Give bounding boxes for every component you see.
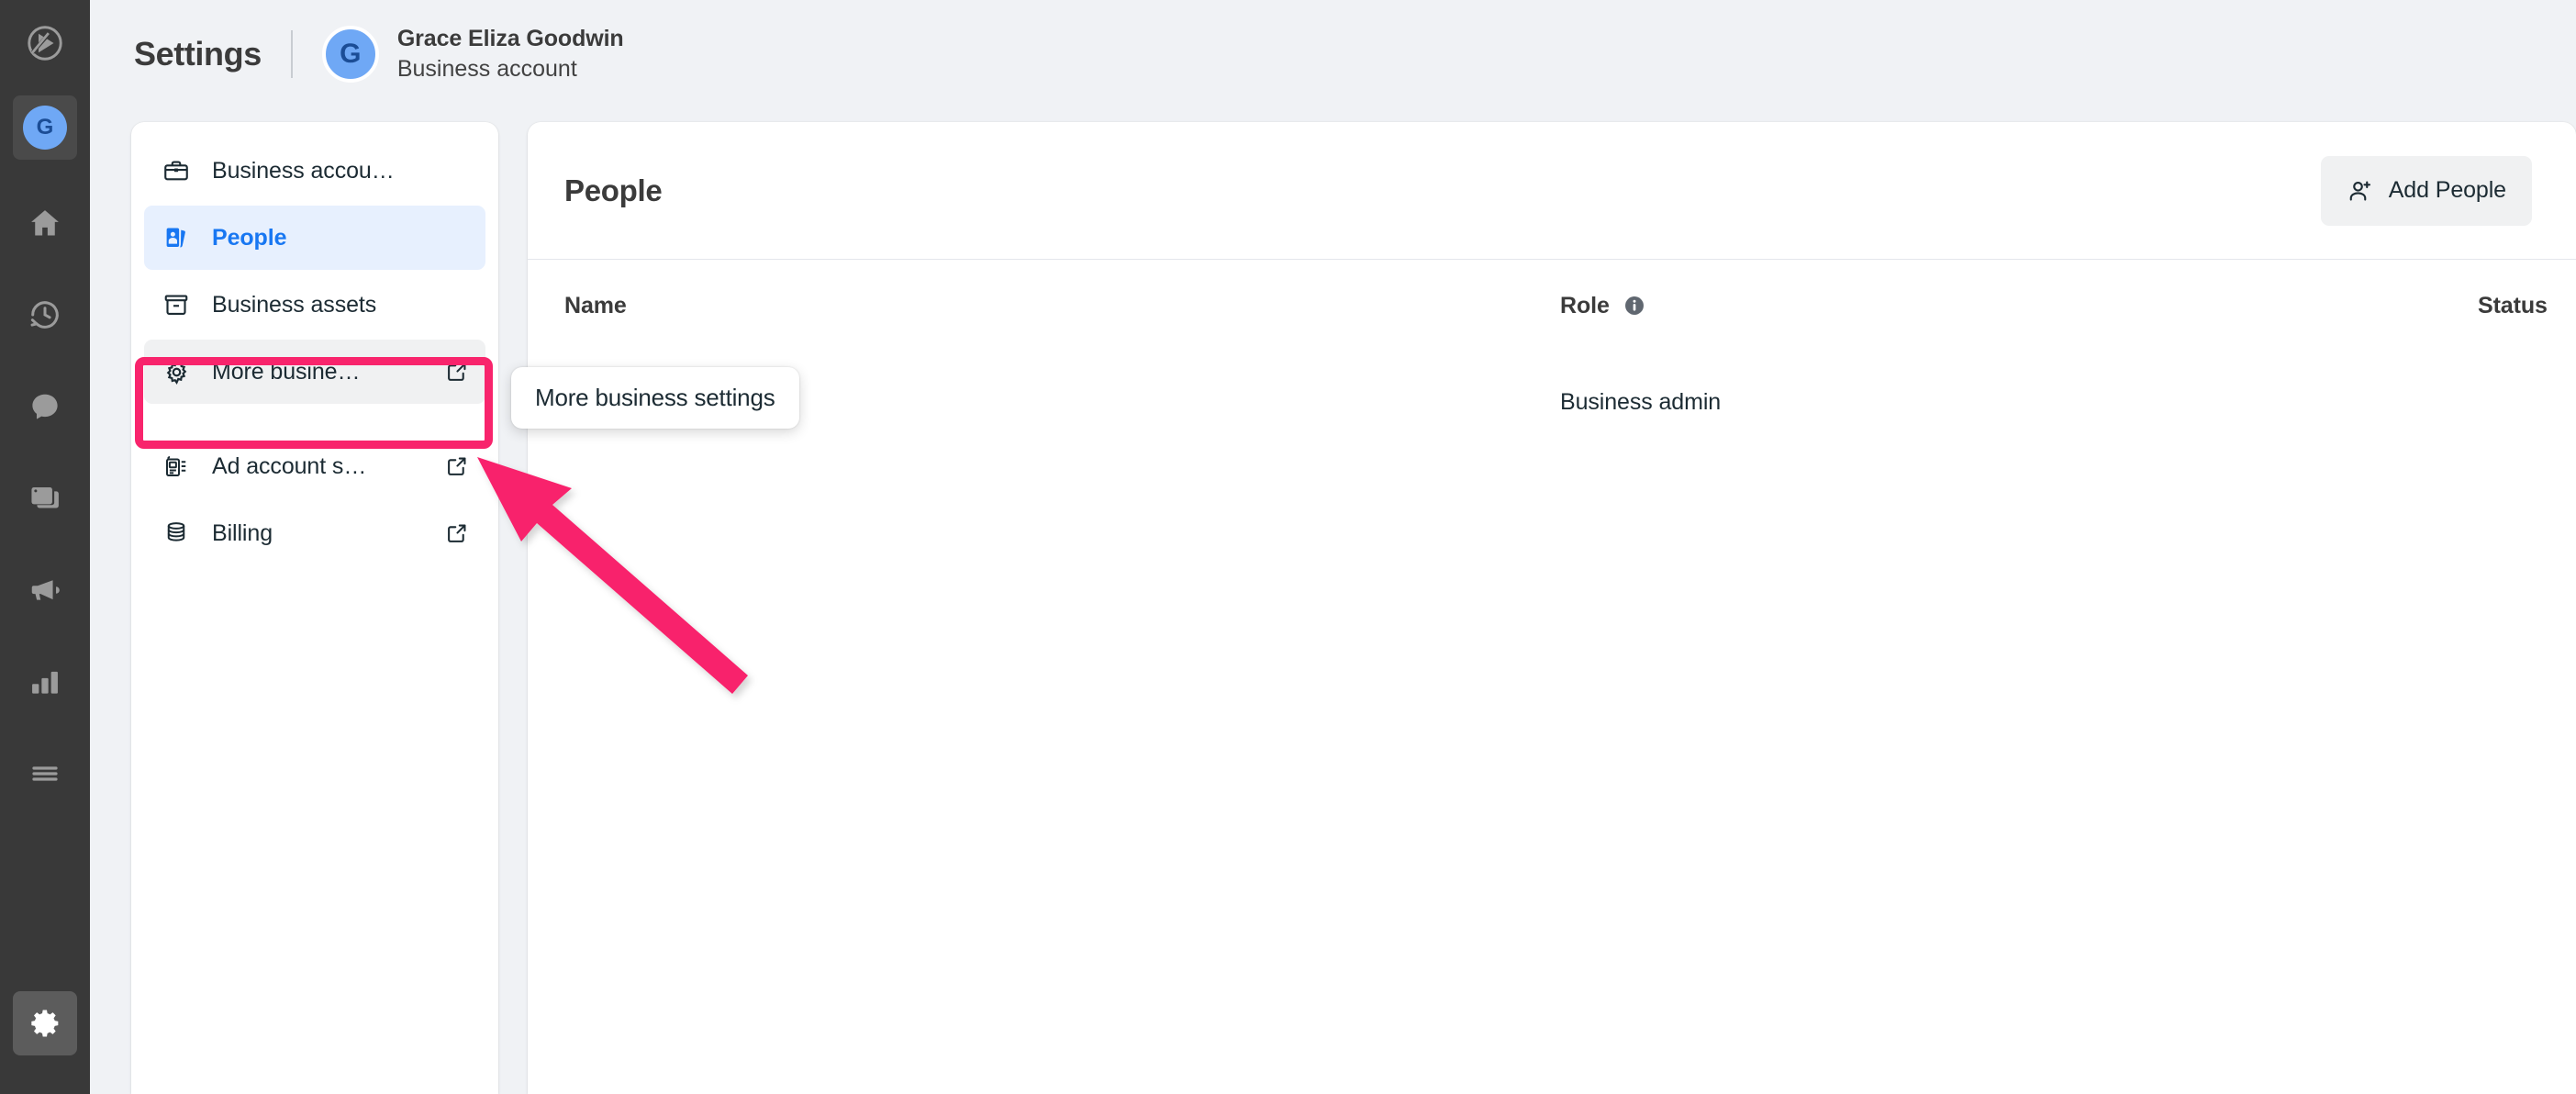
sidebar-item-business-account-info[interactable]: Business accou… — [144, 139, 485, 203]
inbox-chat-icon[interactable] — [13, 374, 77, 439]
account-text-block: Grace Eliza Goodwin Business account — [397, 25, 624, 84]
sidebar-item-label: Ad account s… — [212, 452, 367, 479]
sidebar-item-label: People — [212, 224, 287, 251]
tooltip: More business settings — [511, 367, 799, 429]
sidebar-item-label: Business assets — [212, 291, 377, 318]
ad-account-icon — [162, 452, 194, 480]
content-pages-icon[interactable] — [13, 466, 77, 530]
table-header-row: Name Role Status — [528, 260, 2576, 352]
external-link-icon — [445, 521, 469, 545]
settings-gear-icon[interactable] — [13, 991, 77, 1055]
briefcase-icon — [162, 157, 194, 184]
rail-avatar-initial: G — [23, 106, 67, 150]
sidebar-item-business-assets[interactable]: Business assets — [144, 273, 485, 337]
gear-icon — [162, 358, 194, 386]
activity-history-icon[interactable] — [13, 283, 77, 347]
page-title-settings: Settings — [134, 35, 262, 73]
sidebar-item-label: Billing — [212, 519, 273, 546]
header-divider — [290, 30, 293, 78]
page-title: People — [564, 173, 663, 207]
column-header-status: Status — [2478, 292, 2548, 318]
content-header: People Add People — [528, 122, 2576, 260]
avatar: G — [321, 26, 379, 83]
column-header-name: Name — [564, 292, 627, 318]
sidebar-item-more-business-settings[interactable]: More busine… — [144, 340, 485, 404]
account-avatar-icon[interactable]: G — [13, 95, 77, 160]
add-person-icon — [2347, 177, 2374, 205]
settings-navigation-panel: Business accou… People Business assets M… — [131, 122, 498, 1094]
top-header-bar: Settings G Grace Eliza Goodwin Business … — [90, 0, 2576, 108]
sidebar-item-billing[interactable]: Billing — [144, 501, 485, 565]
business-suite-logo-icon[interactable] — [13, 11, 77, 75]
sidebar-item-people[interactable]: People — [144, 206, 485, 270]
insights-bar-chart-icon[interactable] — [13, 650, 77, 714]
billing-coins-icon — [162, 519, 194, 547]
left-navigation-rail: G — [0, 0, 90, 1094]
external-link-icon — [445, 454, 469, 478]
sidebar-item-ad-account-settings[interactable]: Ad account s… — [144, 434, 485, 498]
people-content-card: People Add People Name Role Status Busin… — [528, 122, 2576, 1094]
add-people-label: Add People — [2388, 177, 2506, 203]
column-header-role-label: Role — [1560, 292, 1610, 318]
account-switcher[interactable]: G Grace Eliza Goodwin Business account — [321, 25, 624, 84]
sidebar-item-label: Business accou… — [212, 157, 395, 184]
external-link-icon — [445, 360, 469, 384]
column-header-role: Role — [1560, 293, 2478, 319]
archive-box-icon — [162, 291, 194, 318]
sidebar-item-label: More busine… — [212, 358, 361, 385]
account-name: Grace Eliza Goodwin — [396, 25, 624, 51]
home-icon[interactable] — [13, 191, 77, 255]
people-badge-icon — [162, 224, 194, 251]
all-tools-menu-icon[interactable] — [13, 742, 77, 806]
add-people-button[interactable]: Add People — [2320, 155, 2532, 226]
table-row[interactable]: (You) Business admin — [528, 352, 2576, 452]
account-subtitle: Business account — [396, 55, 577, 82]
info-icon[interactable] — [1623, 294, 1646, 318]
cell-role: Business admin — [1560, 388, 1722, 415]
ads-megaphone-icon[interactable] — [13, 558, 77, 622]
people-table: Name Role Status (You) Business admin — [528, 260, 2576, 452]
